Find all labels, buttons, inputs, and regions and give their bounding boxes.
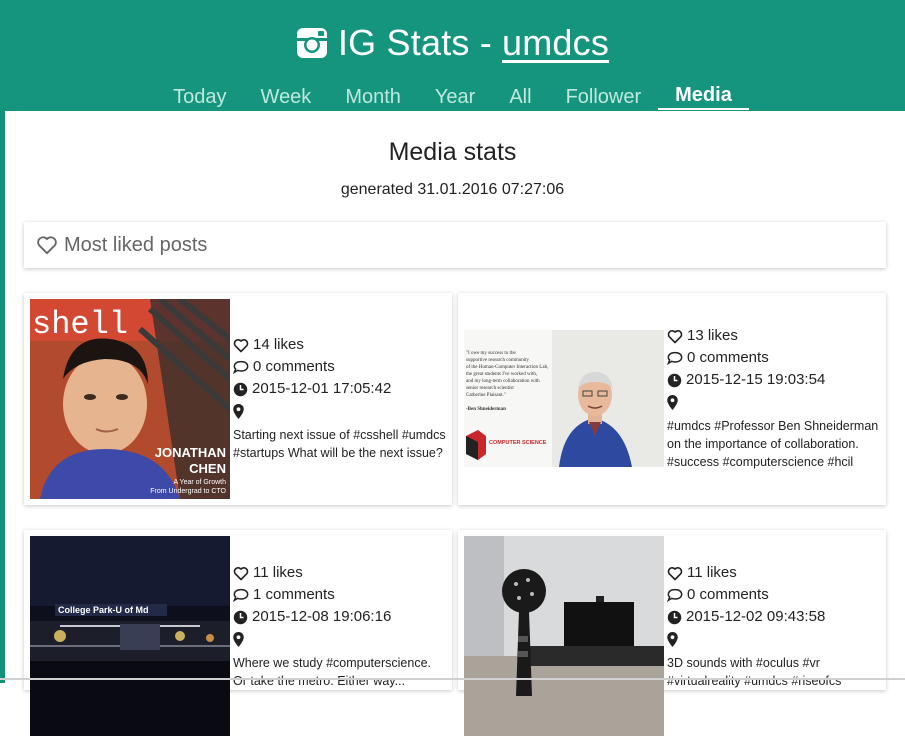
post-date: 2015-12-01 17:05:42 [252, 380, 392, 397]
location-pin-icon [667, 394, 678, 410]
comments-count: 0 comments [253, 358, 335, 375]
comment-icon [667, 351, 683, 365]
likes-row: 11 likes [233, 562, 446, 584]
post-image-graphic [464, 536, 664, 736]
tab-today[interactable]: Today [156, 84, 243, 110]
post-caption: 3D sounds with #oculus #vr #virtualreali… [667, 656, 842, 688]
heart-icon [667, 566, 683, 580]
location-row [233, 628, 446, 650]
post-image-graphic: College Park-U of Md [30, 536, 230, 736]
clock-icon [233, 610, 248, 624]
header: IG Stats - umdcs Today Week Month Year A… [0, 0, 905, 111]
likes-row: 14 likes [233, 334, 446, 356]
generated-timestamp: generated 31.01.2016 07:27:06 [340, 181, 565, 198]
post-info: 11 likes 0 comments 2015-12-02 09:43:58 … [667, 562, 880, 690]
post-info: 14 likes 0 comments 2015-12-01 17:05:42 … [233, 334, 446, 462]
date-row: 2015-12-15 19:03:54 [667, 369, 880, 391]
post-date: 2015-12-15 19:03:54 [686, 371, 826, 388]
post-date: 2015-12-02 09:43:58 [686, 608, 826, 625]
location-row [233, 400, 446, 422]
likes-row: 13 likes [667, 325, 880, 347]
heart-icon [667, 329, 683, 343]
heart-icon [233, 566, 249, 580]
tab-media[interactable]: Media [658, 84, 749, 110]
post-date: 2015-12-08 19:06:16 [252, 608, 392, 625]
comments-row: 0 comments [667, 584, 880, 606]
comments-row: 0 comments [233, 356, 446, 378]
username-link[interactable]: umdcs [502, 22, 609, 64]
image-sign-text: College Park-U of Md [58, 605, 149, 615]
likes-count: 11 likes [253, 564, 303, 581]
heart-outline-icon [37, 236, 57, 255]
post-image-graphic: shell JONATHAN CHEN A Year of Growth Fro… [30, 299, 230, 499]
location-row [667, 391, 880, 413]
post-caption: Starting next issue of #csshell #umdcs #… [233, 428, 446, 460]
post-image[interactable]: College Park-U of Md [30, 536, 230, 736]
post-image[interactable]: shell JONATHAN CHEN A Year of Growth Fro… [30, 299, 230, 499]
comments-count: 1 comments [253, 586, 335, 603]
tab-month[interactable]: Month [328, 84, 418, 110]
location-pin-icon [233, 403, 244, 419]
clock-icon [667, 610, 682, 624]
image-banner-text: shell [32, 306, 128, 343]
app-title: IG Stats - umdcs [0, 20, 905, 66]
date-row: 2015-12-01 17:05:42 [233, 378, 446, 400]
location-pin-icon [667, 631, 678, 647]
likes-count: 11 likes [687, 564, 737, 581]
post-caption: #umdcs #Professor Ben Shneiderman on the… [667, 419, 879, 469]
post-info: 13 likes 0 comments 2015-12-15 19:03:54 … [667, 325, 880, 471]
comment-icon [233, 360, 249, 374]
likes-count: 14 likes [253, 336, 304, 353]
tab-week[interactable]: Week [244, 84, 329, 110]
tab-follower[interactable]: Follower [549, 84, 659, 110]
nav-tabs: Today Week Month Year All Follower Media [0, 84, 905, 110]
clock-icon [233, 382, 248, 396]
section-title: Most liked posts [64, 233, 208, 256]
date-row: 2015-12-02 09:43:58 [667, 606, 880, 628]
image-badge-text: COMPUTER SCIENCE [489, 440, 547, 446]
image-sub-text: A Year of Growth [173, 479, 226, 486]
likes-row: 11 likes [667, 562, 880, 584]
post-info: 11 likes 1 comments 2015-12-08 19:06:16 … [233, 562, 446, 690]
image-name-text: JONATHAN [155, 445, 226, 460]
comments-row: 0 comments [667, 347, 880, 369]
image-sub-text-2: From Undergrad to CTO [150, 488, 226, 495]
post-caption: Where we study #computerscience. Or take… [233, 656, 432, 688]
clock-icon [667, 373, 682, 387]
bottom-divider [0, 678, 905, 680]
post-image[interactable]: "I owe my success to the supportive rese… [464, 330, 664, 467]
image-author-text: -Ben Shneiderman [466, 407, 506, 412]
page-title: Media stats [388, 138, 517, 166]
post-card: 11 likes 0 comments 2015-12-02 09:43:58 … [458, 530, 886, 736]
date-row: 2015-12-08 19:06:16 [233, 606, 446, 628]
post-card: "I owe my success to the supportive rese… [458, 293, 886, 505]
location-pin-icon [233, 631, 244, 647]
post-card: College Park-U of Md 11 likes 1 comments… [24, 530, 452, 736]
tab-all[interactable]: All [492, 84, 548, 110]
heart-icon [233, 338, 249, 352]
comment-icon [233, 588, 249, 602]
location-row [667, 628, 880, 650]
post-card: shell JONATHAN CHEN A Year of Growth Fro… [24, 293, 452, 505]
post-image[interactable] [464, 536, 664, 736]
app-title-text: IG Stats - [337, 22, 492, 63]
likes-count: 13 likes [687, 327, 738, 344]
instagram-icon [296, 28, 327, 58]
tab-year[interactable]: Year [418, 84, 492, 110]
comment-icon [667, 588, 683, 602]
comments-row: 1 comments [233, 584, 446, 606]
comments-count: 0 comments [687, 349, 769, 366]
image-name-text-2: CHEN [189, 461, 226, 476]
comments-count: 0 comments [687, 586, 769, 603]
post-image-graphic: "I owe my success to the supportive rese… [464, 330, 664, 467]
most-liked-header: Most liked posts [24, 222, 886, 268]
